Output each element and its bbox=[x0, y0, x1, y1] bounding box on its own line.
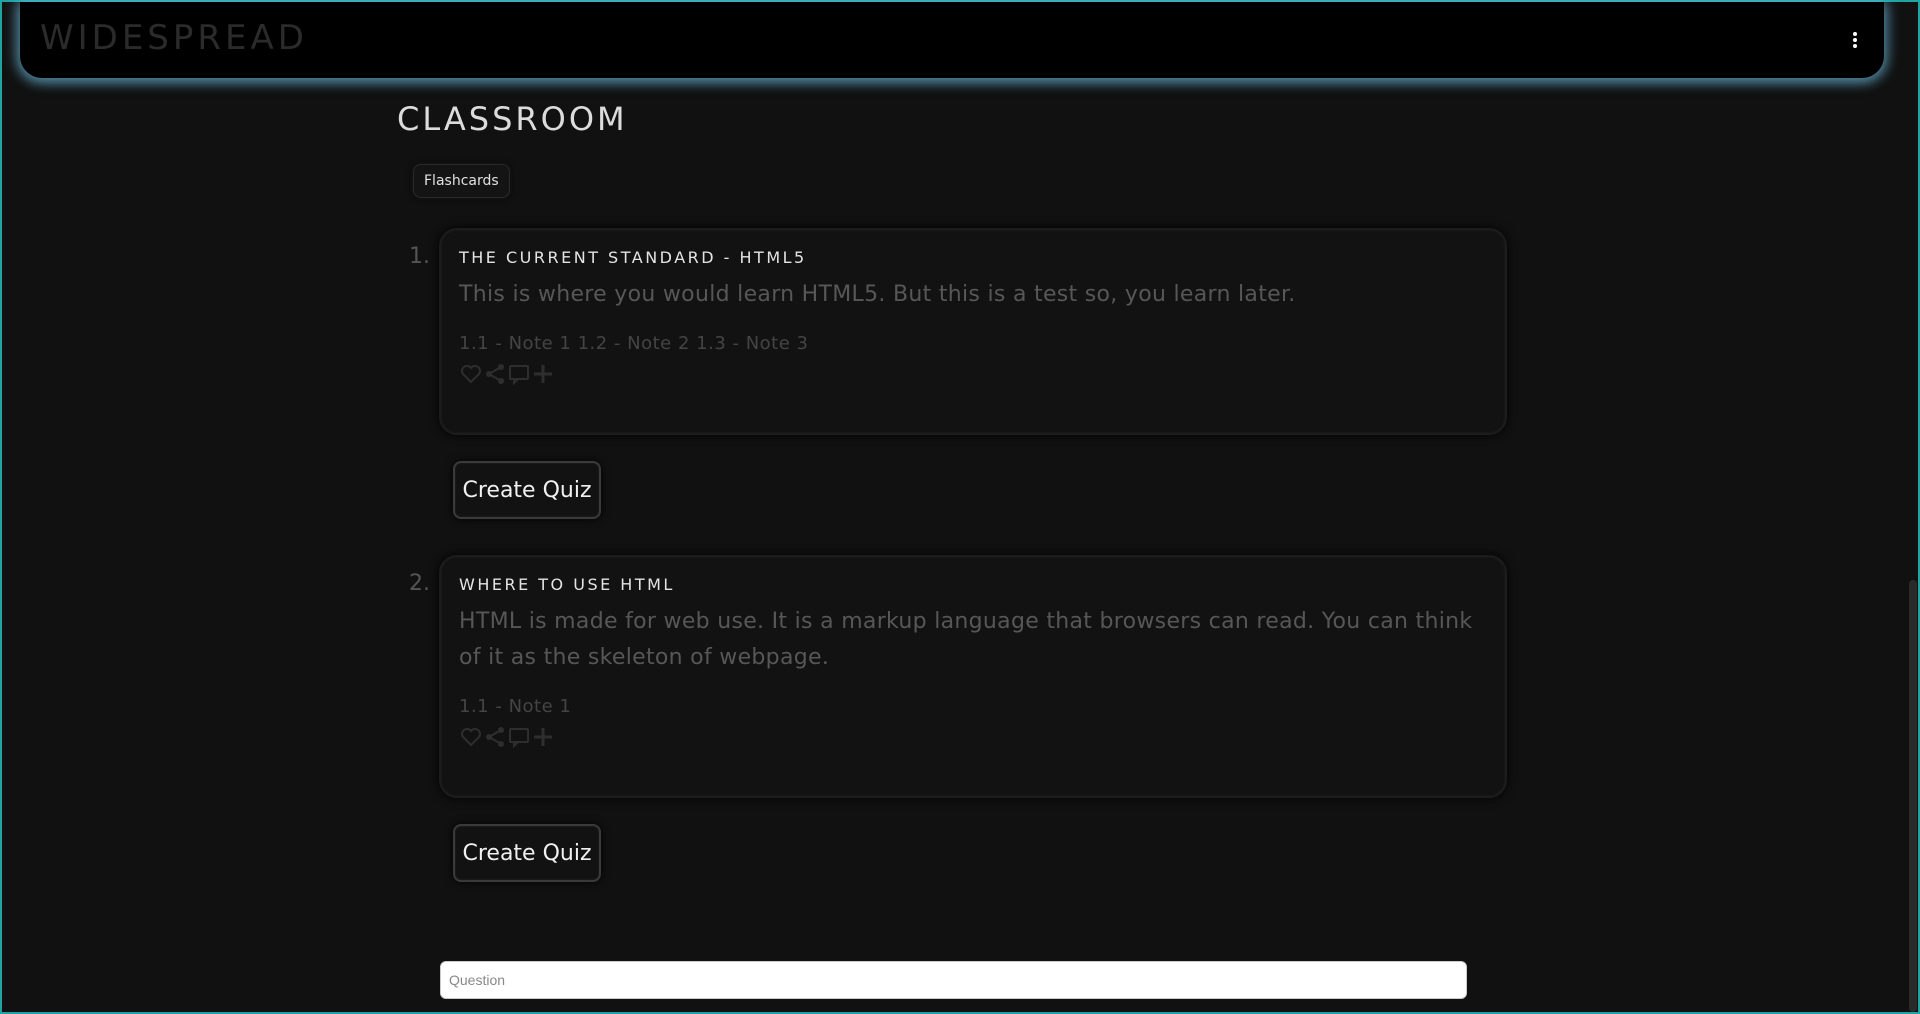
lesson-body: HTML is made for web use. It is a markup… bbox=[459, 609, 1473, 670]
lesson-actions bbox=[459, 362, 1487, 388]
lesson-body: This is where you would learn HTML5. But… bbox=[459, 282, 1296, 307]
scrollbar-thumb[interactable] bbox=[1909, 580, 1917, 1012]
heart-icon[interactable] bbox=[459, 725, 483, 751]
lesson-actions bbox=[459, 725, 1487, 751]
brand-logo[interactable]: WIDESPREAD bbox=[40, 18, 308, 58]
create-quiz-button[interactable]: Create Quiz bbox=[453, 461, 601, 519]
plus-icon[interactable] bbox=[531, 362, 555, 388]
lesson-number: 2. bbox=[409, 571, 430, 596]
lesson-card: THE CURRENT STANDARD - HTML5 This is whe… bbox=[439, 228, 1507, 435]
top-navbar: WIDESPREAD bbox=[20, 2, 1884, 78]
lesson-card: WHERE TO USE HTML HTML is made for web u… bbox=[439, 555, 1507, 798]
share-icon[interactable] bbox=[483, 362, 507, 388]
window-frame bbox=[0, 0, 1920, 1014]
dot bbox=[1853, 38, 1857, 42]
question-input[interactable] bbox=[440, 961, 1467, 999]
dot bbox=[1853, 32, 1857, 36]
lesson-number: 1. bbox=[409, 244, 430, 269]
plus-icon[interactable] bbox=[531, 725, 555, 751]
lesson-title: WHERE TO USE HTML bbox=[459, 575, 675, 594]
lesson-notes: 1.1 - Note 1 bbox=[459, 696, 572, 717]
create-quiz-button[interactable]: Create Quiz bbox=[453, 824, 601, 882]
vertical-ellipsis-icon[interactable] bbox=[1852, 32, 1858, 48]
share-icon[interactable] bbox=[483, 725, 507, 751]
classroom-content: CLASSROOM Flashcards 1. THE CURRENT STAN… bbox=[397, 100, 1507, 882]
comment-icon[interactable] bbox=[507, 362, 531, 388]
comment-icon[interactable] bbox=[507, 725, 531, 751]
lesson-title: THE CURRENT STANDARD - HTML5 bbox=[459, 248, 807, 267]
heart-icon[interactable] bbox=[459, 362, 483, 388]
flashcards-tab[interactable]: Flashcards bbox=[413, 164, 510, 198]
dot bbox=[1853, 44, 1857, 48]
page-title: CLASSROOM bbox=[397, 100, 628, 138]
lesson-notes: 1.1 - Note 1 1.2 - Note 2 1.3 - Note 3 bbox=[459, 333, 809, 354]
